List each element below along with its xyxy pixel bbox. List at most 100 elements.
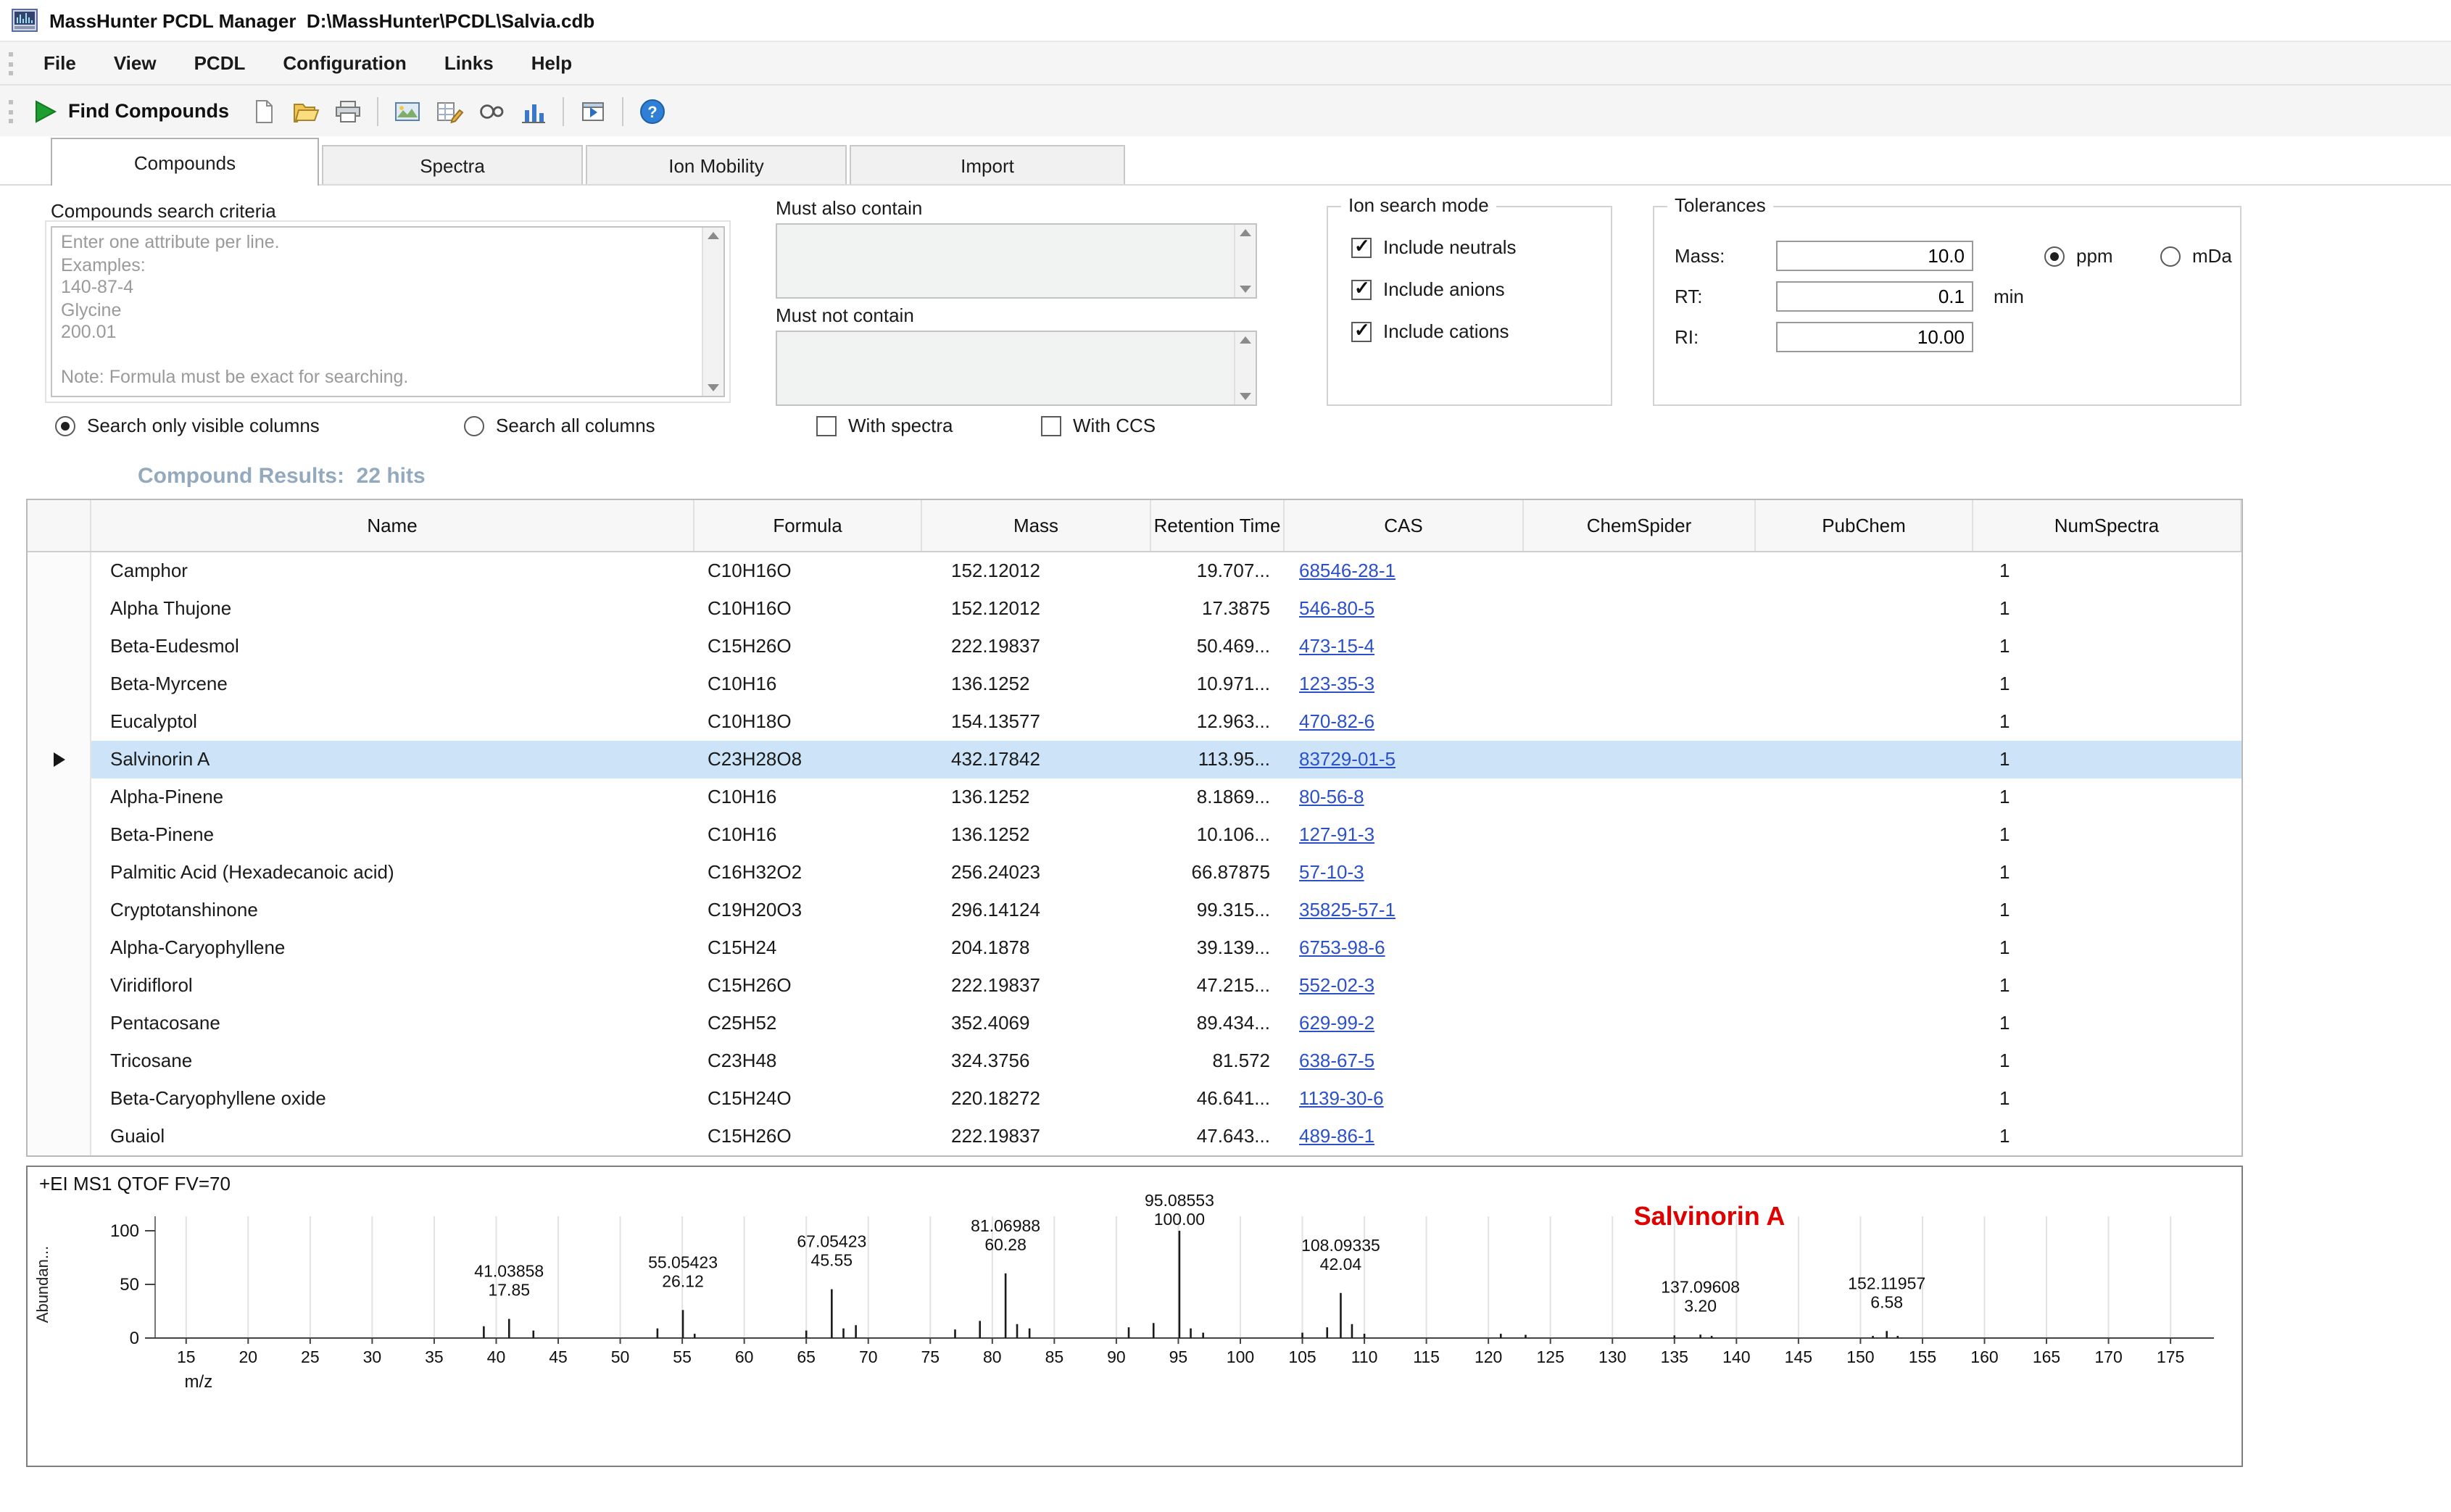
menu-configuration[interactable]: Configuration: [264, 41, 425, 85]
column-header-chemspider[interactable]: ChemSpider: [1524, 500, 1756, 551]
cell-rt: 19.707...: [1151, 552, 1285, 590]
cell-name: Eucalyptol: [91, 703, 694, 741]
layout-button[interactable]: [574, 92, 612, 130]
cas-link[interactable]: 638-67-5: [1299, 1050, 1374, 1071]
cas-link[interactable]: 489-86-1: [1299, 1125, 1374, 1147]
mda-radio[interactable]: mDa: [2160, 245, 2232, 267]
cas-link[interactable]: 68546-28-1: [1299, 560, 1395, 581]
cell-pubchem: [1756, 665, 1973, 703]
menu-links[interactable]: Links: [426, 41, 513, 85]
table-row[interactable]: GuaiolC15H26O222.1983747.643...489-86-11: [28, 1118, 2241, 1155]
svg-text:60.28: 60.28: [984, 1235, 1027, 1254]
cas-link[interactable]: 123-35-3: [1299, 673, 1374, 694]
must-not-scrollbar[interactable]: [1234, 332, 1256, 404]
svg-text:105: 105: [1288, 1347, 1316, 1366]
scroll-up-icon[interactable]: [708, 232, 719, 239]
toolbar-grip-handle[interactable]: [9, 99, 13, 122]
open-folder-button[interactable]: [287, 92, 325, 130]
table-row[interactable]: Alpha ThujoneC10H16O152.1201217.3875546-…: [28, 590, 2241, 628]
table-row[interactable]: Beta-MyrceneC10H16136.125210.971...123-3…: [28, 665, 2241, 703]
cas-link[interactable]: 629-99-2: [1299, 1012, 1374, 1034]
table-row[interactable]: Beta-EudesmolC15H26O222.1983750.469...47…: [28, 628, 2241, 665]
tab-import[interactable]: Import: [850, 145, 1125, 184]
compounds-search-criteria-input[interactable]: Enter one attribute per line. Examples: …: [51, 226, 725, 397]
tab-spectra[interactable]: Spectra: [322, 145, 583, 184]
cell-mass: 152.12012: [922, 590, 1151, 628]
menu-view[interactable]: View: [95, 41, 175, 85]
scroll-up-icon[interactable]: [1240, 336, 1251, 344]
new-document-button[interactable]: [245, 92, 283, 130]
cas-link[interactable]: 6753-98-6: [1299, 936, 1385, 958]
cas-link[interactable]: 1139-30-6: [1299, 1087, 1384, 1109]
with-spectra-checkbox[interactable]: With spectra: [816, 415, 953, 436]
menu-grip-handle[interactable]: [9, 51, 13, 75]
svg-text:40: 40: [487, 1347, 506, 1366]
cas-link[interactable]: 35825-57-1: [1299, 899, 1395, 921]
checkbox-include-neutrals[interactable]: Include neutrals: [1351, 236, 1611, 258]
column-header-cas[interactable]: CAS: [1285, 500, 1524, 551]
tab-ion-mobility[interactable]: Ion Mobility: [586, 145, 847, 184]
mass-tolerance-input[interactable]: [1776, 240, 1973, 270]
table-row[interactable]: CamphorC10H16O152.1201219.707...68546-28…: [28, 552, 2241, 590]
table-row[interactable]: Beta-PineneC10H16136.125210.106...127-91…: [28, 816, 2241, 854]
criteria-scrollbar[interactable]: [702, 228, 723, 396]
table-row[interactable]: EucalyptolC10H18O154.1357712.963...470-8…: [28, 703, 2241, 741]
print-button[interactable]: [329, 92, 367, 130]
search-all-radio[interactable]: Search all columns: [464, 415, 655, 436]
ppm-radio[interactable]: ppm: [2044, 245, 2113, 267]
checkbox-include-cations[interactable]: Include cations: [1351, 320, 1611, 342]
cas-link[interactable]: 83729-01-5: [1299, 748, 1395, 770]
bar-chart-button[interactable]: [515, 92, 552, 130]
must-also-contain-input[interactable]: [776, 223, 1257, 299]
svg-text:41.03858: 41.03858: [474, 1262, 544, 1281]
cas-link[interactable]: 127-91-3: [1299, 823, 1374, 845]
scroll-down-icon[interactable]: [1240, 393, 1251, 400]
table-row[interactable]: Alpha-CaryophylleneC15H24204.187839.139.…: [28, 929, 2241, 967]
table-row[interactable]: Palmitic Acid (Hexadecanoic acid)C16H32O…: [28, 854, 2241, 892]
menu-file[interactable]: File: [25, 41, 95, 85]
column-header-pubchem[interactable]: PubChem: [1756, 500, 1973, 551]
scroll-down-icon[interactable]: [1240, 286, 1251, 293]
cell-rt: 39.139...: [1151, 929, 1285, 967]
cas-link[interactable]: 57-10-3: [1299, 861, 1364, 883]
table-row[interactable]: Alpha-PineneC10H16136.12528.1869...80-56…: [28, 778, 2241, 816]
search-visible-radio[interactable]: Search only visible columns: [55, 415, 320, 436]
edit-table-button[interactable]: [431, 92, 468, 130]
table-row[interactable]: CryptotanshinoneC19H20O3296.1412499.315.…: [28, 892, 2241, 929]
cas-link[interactable]: 470-82-6: [1299, 710, 1374, 732]
column-header-rt[interactable]: Retention Time: [1151, 500, 1285, 551]
cas-link[interactable]: 473-15-4: [1299, 635, 1374, 657]
cas-link[interactable]: 552-02-3: [1299, 974, 1374, 996]
table-row[interactable]: Beta-Caryophyllene oxideC15H24O220.18272…: [28, 1080, 2241, 1118]
scroll-down-icon[interactable]: [708, 384, 719, 391]
svg-text:165: 165: [2033, 1347, 2060, 1366]
table-row[interactable]: ViridiflorolC15H26O222.1983747.215...552…: [28, 967, 2241, 1005]
scroll-up-icon[interactable]: [1240, 229, 1251, 236]
svg-text:30: 30: [363, 1347, 382, 1366]
structure-button[interactable]: [473, 92, 510, 130]
column-header-formula[interactable]: Formula: [694, 500, 922, 551]
menu-help[interactable]: Help: [513, 41, 591, 85]
checkbox-include-anions[interactable]: Include anions: [1351, 278, 1611, 300]
cas-link[interactable]: 546-80-5: [1299, 597, 1374, 619]
table-row[interactable]: PentacosaneC25H52352.406989.434...629-99…: [28, 1005, 2241, 1042]
must-also-scrollbar[interactable]: [1234, 225, 1256, 297]
column-header-name[interactable]: Name: [91, 500, 694, 551]
rt-tolerance-input[interactable]: [1776, 281, 1973, 311]
menu-pcdl[interactable]: PCDL: [175, 41, 265, 85]
table-row[interactable]: TricosaneC23H48324.375681.572638-67-51: [28, 1042, 2241, 1080]
with-ccs-checkbox[interactable]: With CCS: [1041, 415, 1156, 436]
must-not-contain-input[interactable]: [776, 331, 1257, 406]
column-header-mass[interactable]: Mass: [922, 500, 1151, 551]
cas-link[interactable]: 80-56-8: [1299, 786, 1364, 807]
cell-name: Alpha Thujone: [91, 590, 694, 628]
export-image-button[interactable]: [389, 92, 426, 130]
table-row[interactable]: Salvinorin AC23H28O8432.17842113.95...83…: [28, 741, 2241, 778]
column-header-numspectra[interactable]: NumSpectra: [1973, 500, 2241, 551]
cell-cas: 123-35-3: [1285, 665, 1524, 703]
tab-compounds[interactable]: Compounds: [51, 138, 319, 186]
ri-tolerance-input[interactable]: [1776, 321, 1973, 352]
find-compounds-button[interactable]: Find Compounds: [29, 98, 241, 124]
help-button[interactable]: ?: [634, 92, 671, 130]
spectrum-panel[interactable]: 0501001520253035404550556065707580859095…: [26, 1166, 2243, 1467]
